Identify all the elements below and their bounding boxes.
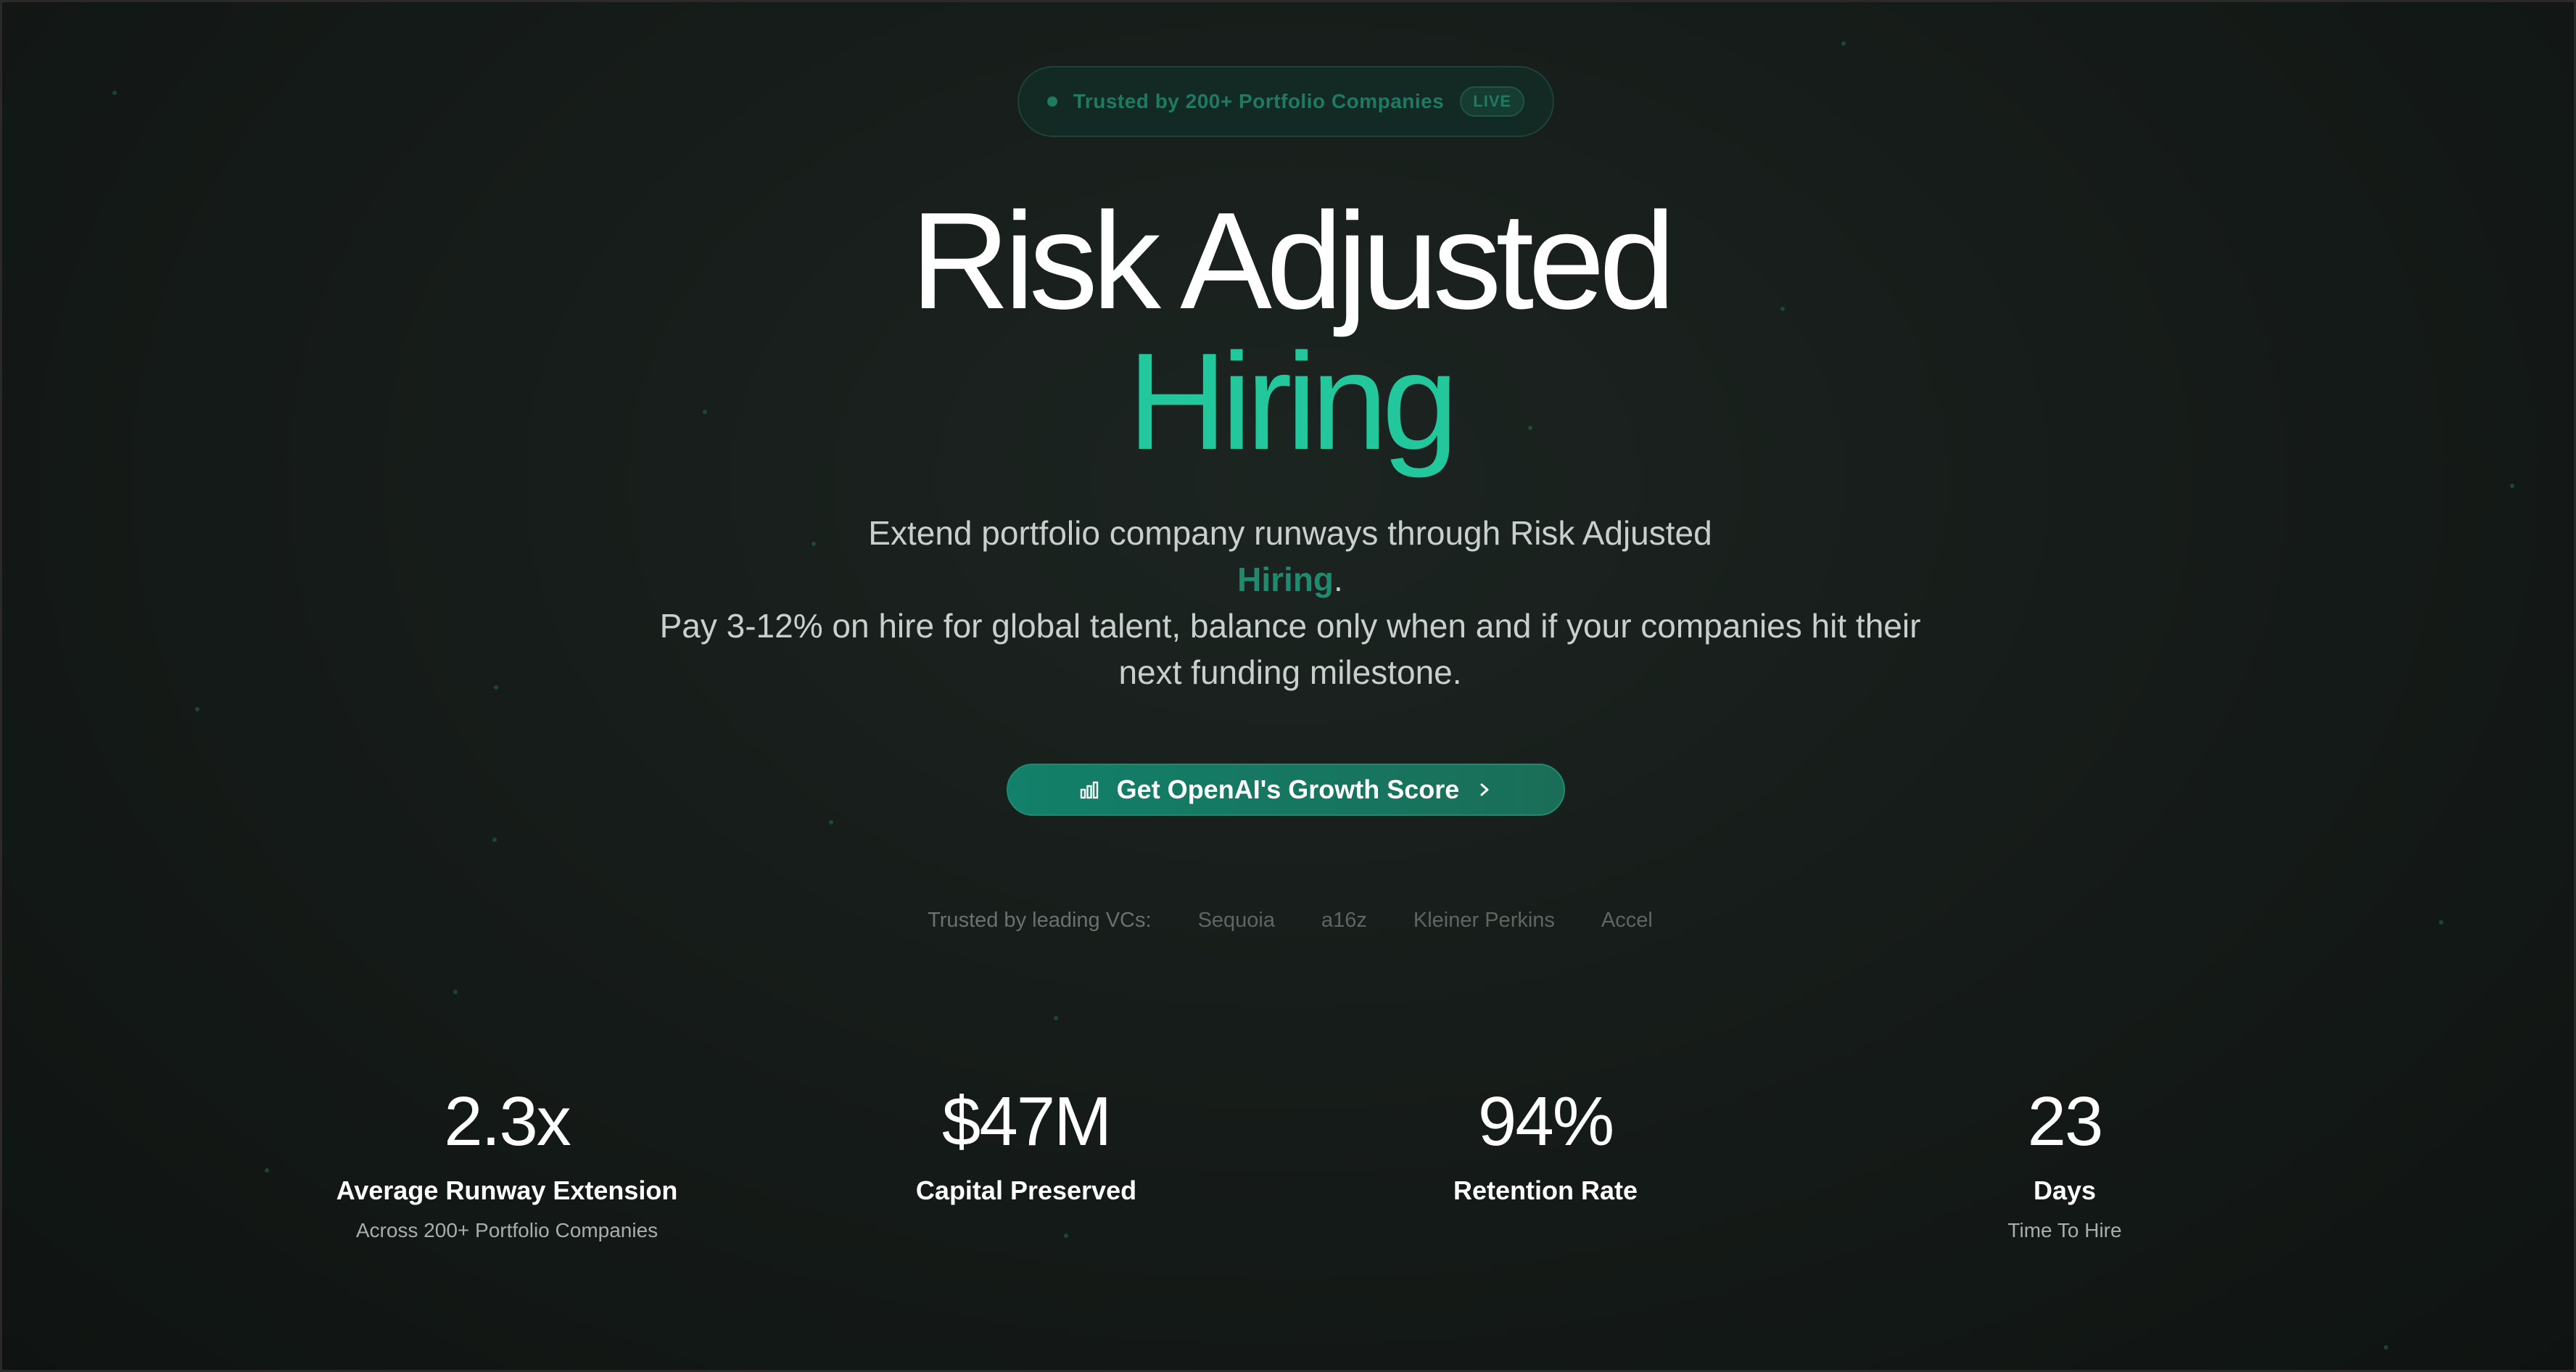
hero-description-line2: Hiring. [2,556,2574,603]
particle [2384,1345,2388,1350]
trusted-vcs-label: Trusted by leading VCs: [928,909,1152,932]
particle [1841,41,1846,46]
bar-chart-icon [1079,780,1099,800]
hero-description-line3: Pay 3-12% on hire for global talent, bal… [659,607,1921,645]
stat-label: Retention Rate [1453,1175,1638,1205]
trust-badge: Trusted by 200+ Portfolio Companies LIVE [1017,66,1554,137]
description-period: . [1334,561,1343,598]
particle [2510,484,2514,488]
live-dot-icon [1046,96,1057,107]
chevron-right-icon [1477,780,1493,800]
stat-label: Average Runway Extension [336,1175,678,1205]
particle [492,838,497,842]
stat-value: 94% [1477,1083,1614,1160]
vc-name: a16z [1321,909,1367,932]
highlight-word: Hiring [1237,561,1334,598]
growth-score-button-label: Get OpenAI's Growth Score [1116,774,1460,804]
page-frame: Trusted by 200+ Portfolio Companies LIVE… [0,0,2576,1372]
particle [1064,1233,1068,1238]
particle [112,91,117,95]
stat-value: 23 [2027,1083,2104,1160]
stat-label: Days [2033,1175,2097,1205]
live-badge: LIVE [1460,86,1525,117]
trusted-vcs-row: Trusted by leading VCs: Sequoia a16z Kle… [2,909,2574,933]
vc-name: Sequoia [1197,909,1275,932]
badge-text: Trusted by 200+ Portfolio Companies [1073,90,1445,112]
stat-runway-extension: 2.3x Average Runway Extension Across 200… [253,1087,761,1242]
stat-subtext: Time To Hire [2007,1219,2122,1241]
hero-description-line4: next funding milestone. [1118,653,1462,691]
growth-score-button[interactable]: Get OpenAI's Growth Score [1007,764,1565,816]
particle [453,990,458,994]
stat-time-to-hire: 23 Days Time To Hire [1811,1087,2319,1242]
stat-value: 2.3x [444,1083,571,1160]
stat-subtext: Across 200+ Portfolio Companies [355,1219,659,1241]
particle [1054,1016,1058,1020]
stat-capital-preserved: $47M Capital Preserved [772,1087,1280,1219]
vc-name: Kleiner Perkins [1413,909,1555,932]
particle [195,707,199,711]
hero-description-line1: Extend portfolio company runways through… [868,514,1712,552]
vc-name: Accel [1601,909,1653,932]
stat-value: $47M [941,1083,1112,1160]
hero-title-line1: Risk Adjusted [910,184,1675,338]
stat-label: Capital Preserved [915,1175,1137,1205]
hero-title-line2: Hiring [1127,325,1458,479]
particle [829,820,833,825]
stat-retention-rate: 94% Retention Rate [1292,1087,1799,1219]
